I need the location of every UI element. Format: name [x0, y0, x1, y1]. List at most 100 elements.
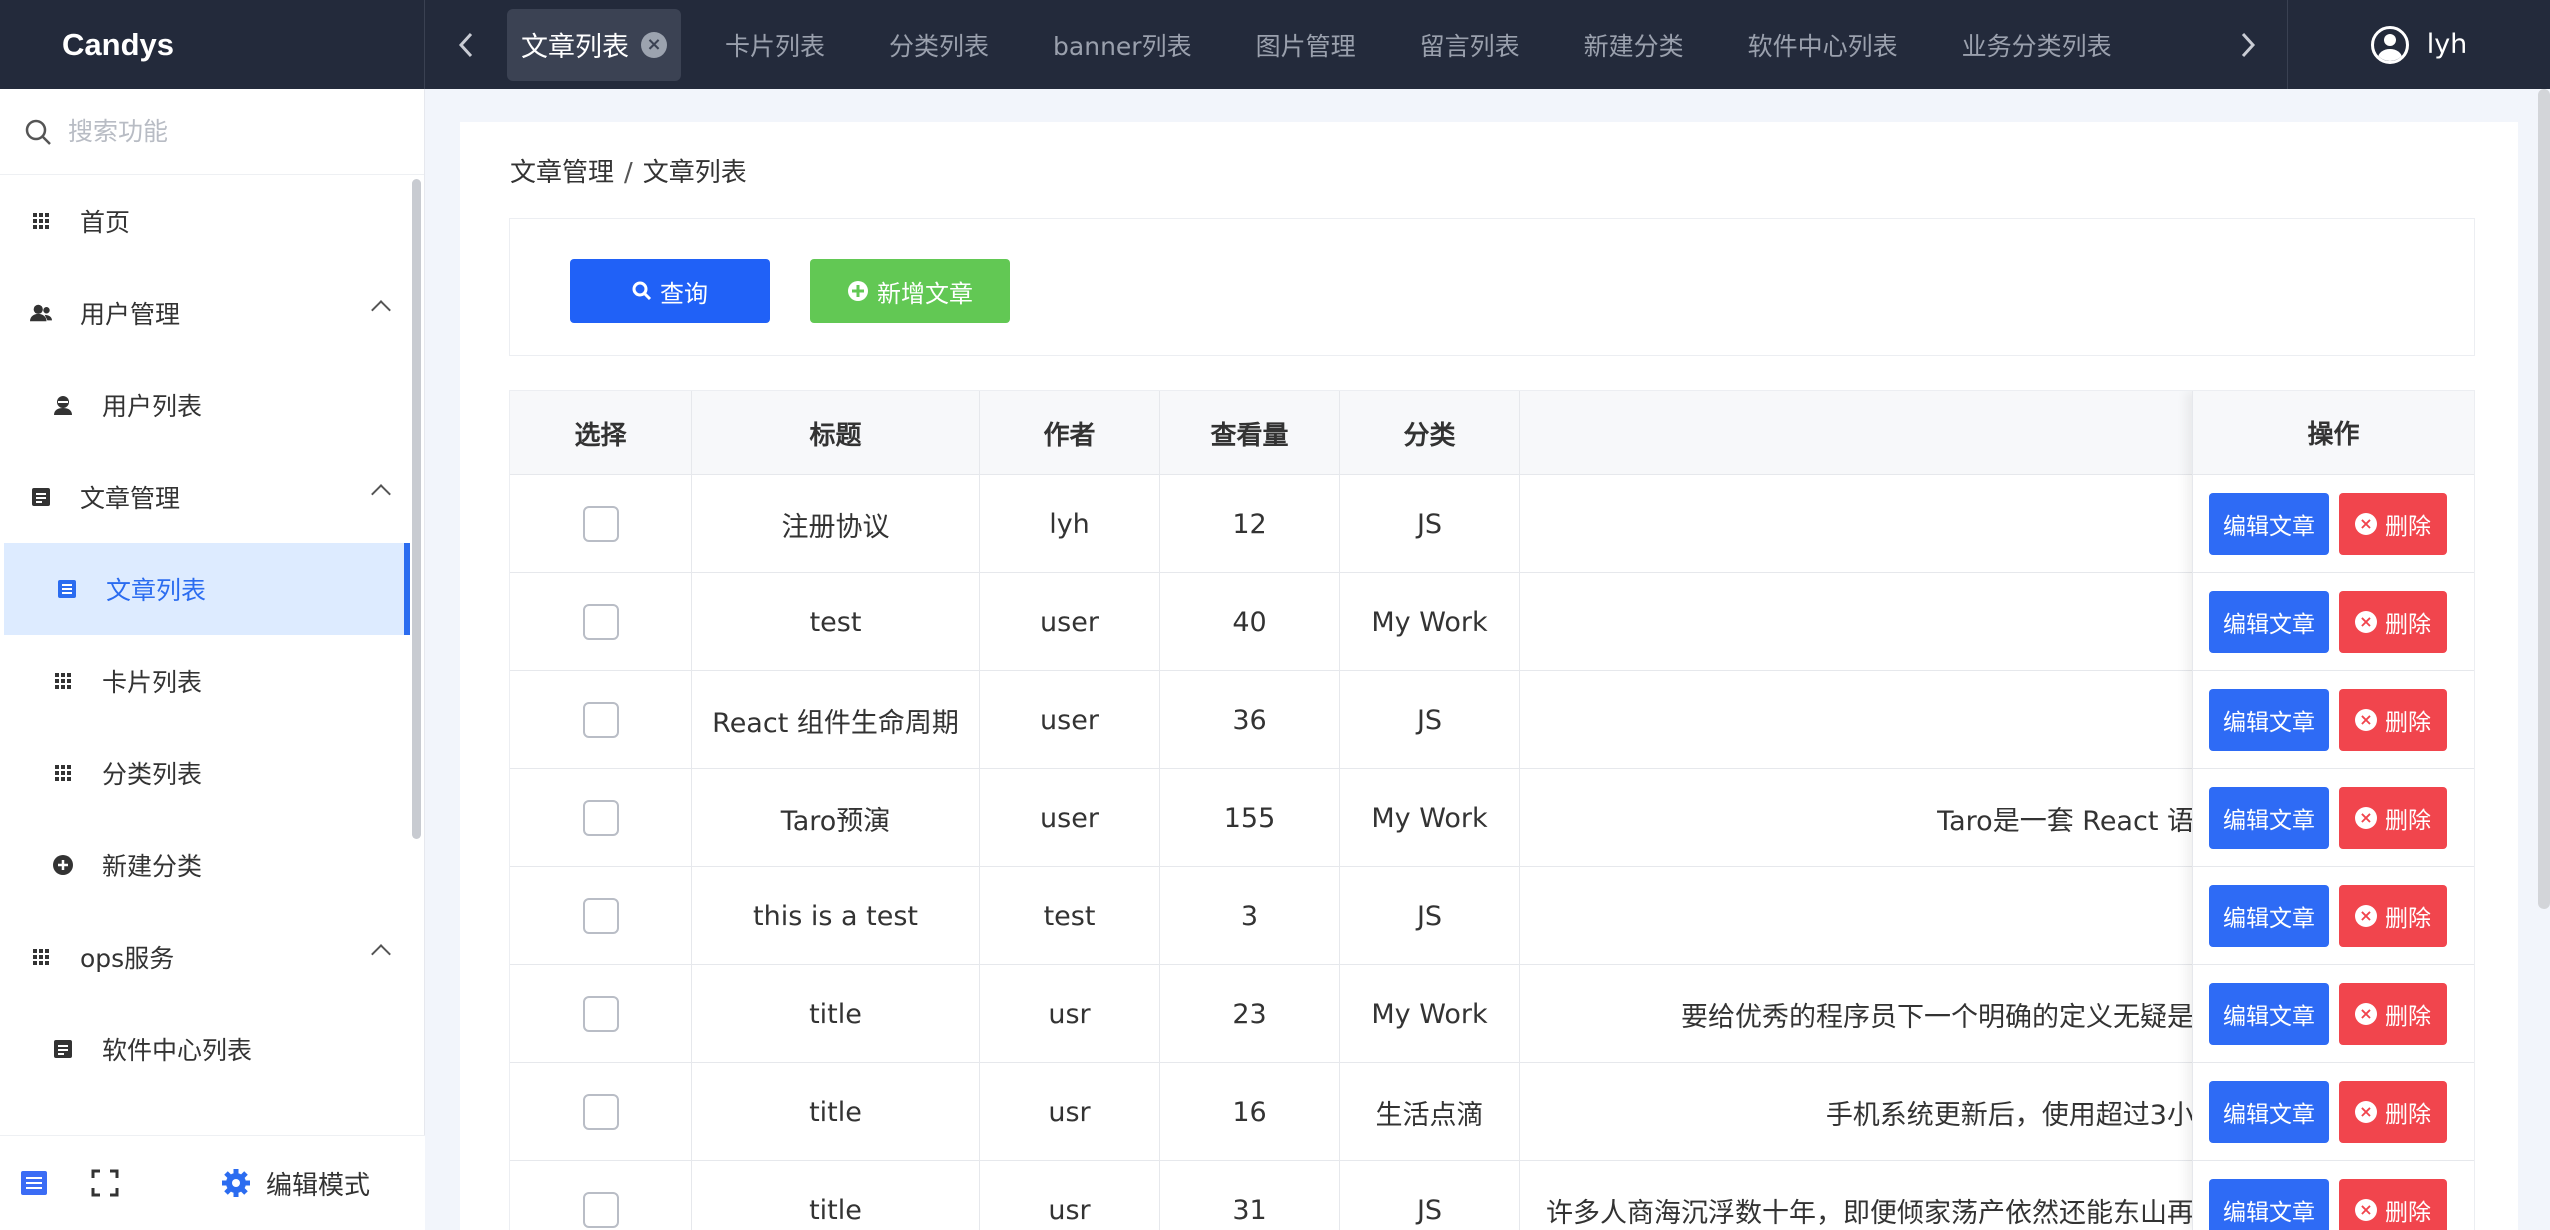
tabs-scroll-right-icon[interactable] — [2208, 0, 2288, 89]
edit-article-button[interactable]: 编辑文章 — [2209, 1080, 2329, 1143]
sidebar-item-label: 首页 — [80, 208, 131, 237]
brand-logo[interactable]: Candys — [0, 0, 425, 89]
header-select: 选择 — [510, 391, 692, 475]
sidebar-footer: 编辑模式 — [0, 1135, 425, 1230]
tab-label: 卡片列表 — [725, 31, 826, 61]
title-cell: this is a test — [692, 867, 980, 965]
select-cell — [510, 1161, 692, 1230]
add-article-label: 新增文章 — [877, 279, 973, 308]
list-view-icon[interactable] — [18, 1167, 50, 1199]
breadcrumb-separator: / — [624, 158, 633, 188]
tab-3[interactable]: banner列表 — [1033, 9, 1212, 81]
user-name: lyh — [2426, 29, 2468, 60]
category-cell: JS — [1340, 475, 1520, 573]
sidebar-item-label: ops服务 — [80, 944, 175, 973]
sidebar-item-3[interactable]: 文章管理 — [0, 451, 424, 543]
edit-article-button[interactable]: 编辑文章 — [2209, 590, 2329, 653]
row-checkbox[interactable] — [582, 898, 619, 934]
tab-2[interactable]: 分类列表 — [869, 9, 1009, 81]
select-cell — [510, 965, 692, 1063]
content-cell — [1520, 573, 2194, 671]
add-article-button[interactable]: 新增文章 — [810, 259, 1010, 323]
table-row: test user 40 My Work — [510, 573, 2474, 671]
grid-icon — [30, 946, 52, 968]
table-row: title usr 23 My Work 要给优秀的程序员下一个明确的定义无疑是 — [510, 965, 2474, 1063]
search-input[interactable] — [68, 117, 388, 146]
tab-6[interactable]: 新建分类 — [1564, 9, 1704, 81]
chevron-up-icon[interactable] — [371, 300, 391, 320]
edit-article-button[interactable]: 编辑文章 — [2209, 492, 2329, 555]
sidebar-item-label: 软件中心列表 — [102, 1036, 253, 1065]
delete-button[interactable]: × 删除 — [2339, 1178, 2447, 1230]
sidebar-item-1[interactable]: 用户管理 — [0, 267, 424, 359]
row-checkbox[interactable] — [582, 702, 619, 738]
table-header: 选择 标题 作者 查看量 分类 — [510, 391, 2474, 475]
row-checkbox[interactable] — [582, 1192, 619, 1228]
delete-button[interactable]: × 删除 — [2339, 786, 2447, 849]
delete-button[interactable]: × 删除 — [2339, 492, 2447, 555]
user-menu[interactable]: lyh — [2288, 0, 2550, 89]
content-cell: 要给优秀的程序员下一个明确的定义无疑是 — [1681, 1001, 2194, 1033]
article-icon — [30, 486, 52, 508]
tab-label: 软件中心列表 — [1747, 31, 1898, 61]
delete-button[interactable]: × 删除 — [2339, 1080, 2447, 1143]
sidebar-item-8[interactable]: ops服务 — [0, 911, 424, 1003]
article-table: 选择 标题 作者 查看量 分类 注册协议 lyh 12 JS test user 40 My … — [509, 390, 2475, 1230]
operations-column: 操作 编辑文章 × 删除 编辑文章 × 删除 编辑文章 × 删除 编辑文章 × 删除 编辑文章 × 删除 编辑… — [2192, 391, 2474, 1230]
row-checkbox[interactable] — [582, 506, 619, 542]
edit-article-button[interactable]: 编辑文章 — [2209, 786, 2329, 849]
header-content — [1520, 391, 2200, 475]
row-checkbox[interactable] — [582, 800, 619, 836]
query-button[interactable]: 查询 — [570, 259, 770, 323]
tabs-scroll-left-icon[interactable] — [425, 0, 507, 89]
header-title: 标题 — [692, 391, 980, 475]
sidebar-item-9[interactable]: 软件中心列表 — [0, 1003, 424, 1090]
row-checkbox[interactable] — [582, 1094, 619, 1130]
sidebar-item-7[interactable]: 新建分类 — [0, 819, 424, 911]
breadcrumb: 文章管理 / 文章列表 — [510, 152, 747, 189]
chevron-up-icon[interactable] — [371, 484, 391, 504]
sidebar-scrollbar[interactable] — [412, 179, 421, 839]
page-scrollbar[interactable] — [2538, 89, 2550, 909]
sidebar-item-5[interactable]: 卡片列表 — [0, 635, 424, 727]
select-cell — [510, 671, 692, 769]
tab-1[interactable]: 卡片列表 — [705, 9, 845, 81]
tab-0[interactable]: 文章列表 × — [507, 8, 681, 81]
delete-button[interactable]: × 删除 — [2339, 884, 2447, 947]
category-cell: 生活点滴 — [1340, 1063, 1520, 1161]
sidebar-item-0[interactable]: 首页 — [0, 175, 424, 267]
close-icon[interactable]: × — [641, 31, 667, 58]
close-circle-icon: × — [2355, 610, 2377, 633]
fullscreen-icon[interactable] — [90, 1168, 120, 1198]
edit-article-button[interactable]: 编辑文章 — [2209, 982, 2329, 1045]
sidebar-item-2[interactable]: 用户列表 — [0, 359, 424, 451]
breadcrumb-parent[interactable]: 文章管理 — [510, 158, 614, 188]
grid-icon — [30, 210, 52, 232]
row-checkbox[interactable] — [582, 604, 619, 640]
delete-button[interactable]: × 删除 — [2339, 590, 2447, 653]
views-cell: 23 — [1160, 965, 1340, 1063]
content-cell — [1520, 475, 2194, 573]
category-cell: JS — [1340, 671, 1520, 769]
tab-8[interactable]: 业务分类列表 — [1942, 9, 2132, 81]
sidebar-item-4[interactable]: 文章列表 — [4, 543, 410, 635]
tab-5[interactable]: 留言列表 — [1400, 9, 1540, 81]
edit-mode-button[interactable]: 编辑模式 — [220, 1165, 370, 1202]
sidebar-item-label: 卡片列表 — [102, 668, 203, 697]
sidebar-item-6[interactable]: 分类列表 — [0, 727, 424, 819]
chevron-up-icon[interactable] — [371, 944, 391, 964]
author-cell: user — [980, 671, 1160, 769]
tab-4[interactable]: 图片管理 — [1236, 9, 1376, 81]
views-cell: 16 — [1160, 1063, 1340, 1161]
content-cell — [1520, 867, 2194, 965]
edit-article-button[interactable]: 编辑文章 — [2209, 884, 2329, 947]
delete-button[interactable]: × 删除 — [2339, 688, 2447, 751]
edit-article-button[interactable]: 编辑文章 — [2209, 688, 2329, 751]
operations-cell: 编辑文章 × 删除 — [2193, 769, 2474, 867]
user-icon — [52, 394, 74, 416]
row-checkbox[interactable] — [582, 996, 619, 1032]
delete-button[interactable]: × 删除 — [2339, 982, 2447, 1045]
views-cell: 40 — [1160, 573, 1340, 671]
tab-7[interactable]: 软件中心列表 — [1728, 9, 1918, 81]
edit-article-button[interactable]: 编辑文章 — [2209, 1178, 2329, 1230]
